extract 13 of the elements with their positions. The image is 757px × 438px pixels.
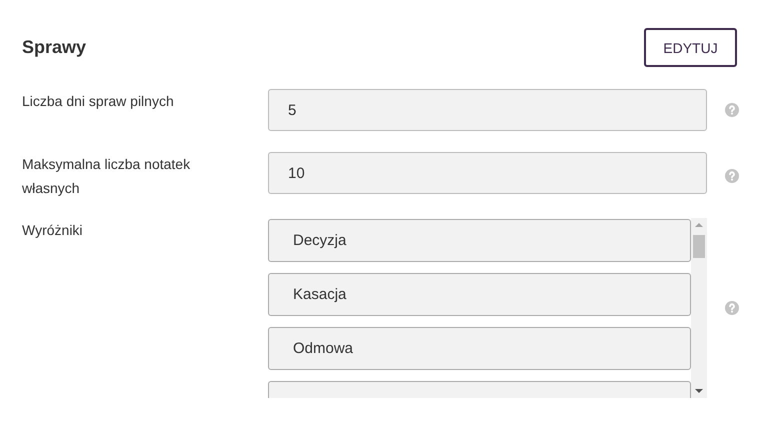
- scrollbar[interactable]: [691, 218, 707, 398]
- help-icon[interactable]: [725, 169, 739, 183]
- field-label: Wyróżniki: [22, 221, 84, 240]
- section-title: Sprawy: [22, 37, 86, 58]
- help-icon[interactable]: [725, 301, 739, 315]
- help-icon[interactable]: [725, 103, 739, 117]
- field-label: Maksymalna liczba notatek własnych: [22, 155, 192, 198]
- list-item[interactable]: Kasacja: [268, 273, 691, 316]
- list-item[interactable]: Odmowa: [268, 327, 691, 370]
- field-label: Liczba dni spraw pilnych: [22, 92, 175, 111]
- list-item[interactable]: Decyzja: [268, 219, 691, 262]
- edit-button[interactable]: EDYTUJ: [644, 28, 737, 67]
- highlight-list[interactable]: Decyzja Kasacja Odmowa: [268, 218, 707, 398]
